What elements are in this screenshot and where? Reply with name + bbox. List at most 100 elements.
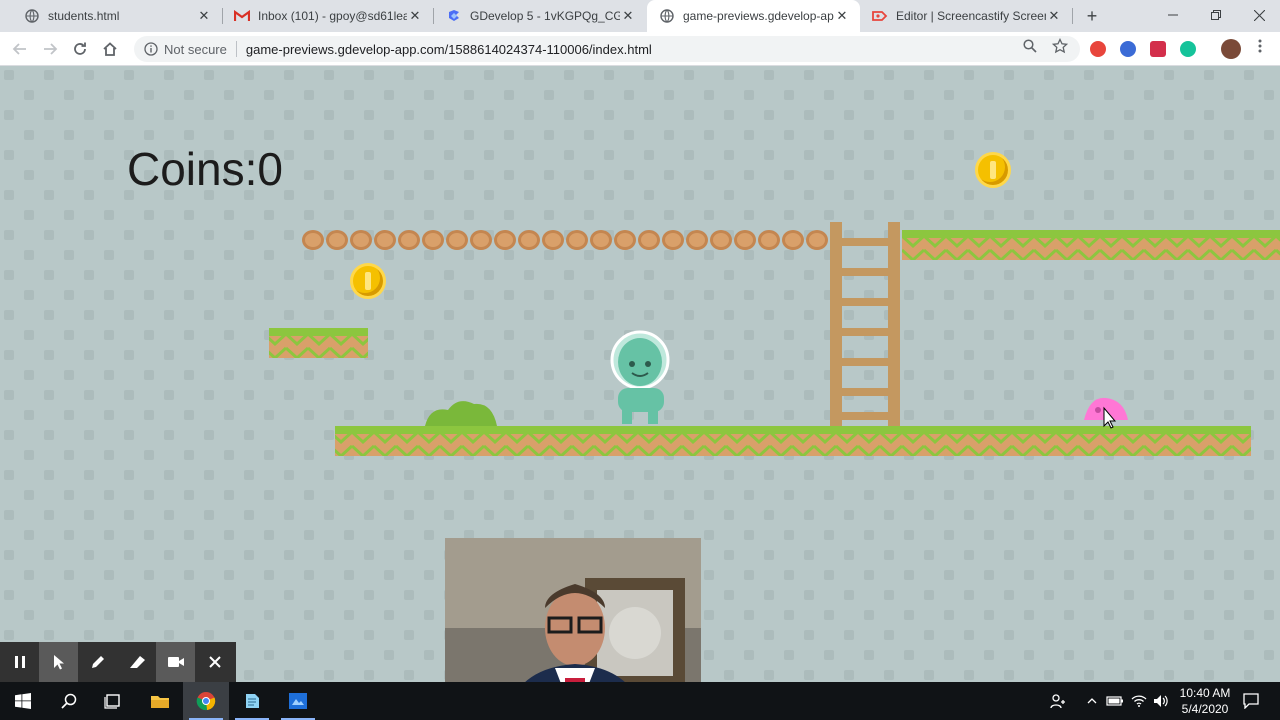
camera-icon (167, 657, 184, 667)
address-bar[interactable]: Not secure game-previews.gdevelop-app.co… (134, 36, 1080, 62)
tab-title: Editor | Screencastify Screen Re (896, 9, 1046, 23)
bookmark-star-icon[interactable] (1051, 37, 1069, 55)
tab-game-preview[interactable]: game-previews.gdevelop-app. ✕ (647, 0, 860, 32)
close-window-button[interactable] (1237, 0, 1280, 30)
bridge-rock (566, 230, 588, 250)
restore-icon (1211, 10, 1221, 20)
eraser-tool-button[interactable] (117, 642, 156, 682)
camera-toggle-button[interactable] (156, 642, 195, 682)
minimize-icon (1168, 14, 1178, 16)
screencastify-extension-icon[interactable] (1090, 41, 1106, 57)
ladder-rung (840, 412, 890, 420)
tab-separator (1072, 8, 1073, 24)
screencastify-icon (872, 8, 888, 24)
ladder-rung (840, 358, 890, 366)
eraser-icon (129, 656, 145, 668)
home-button[interactable] (98, 37, 122, 61)
coin (975, 152, 1011, 188)
battery-icon[interactable] (1104, 682, 1126, 720)
close-tab-icon[interactable]: ✕ (1046, 8, 1062, 24)
screencastify-toolbar (0, 642, 236, 682)
back-button[interactable] (8, 37, 32, 61)
tab-gmail[interactable]: Inbox (101) - gpoy@sd61learn ✕ (222, 0, 433, 32)
pause-icon (14, 656, 25, 668)
ladder-rung (840, 328, 890, 336)
close-toolbar-button[interactable] (195, 642, 234, 682)
info-icon[interactable] (144, 42, 158, 56)
close-tab-icon[interactable]: ✕ (620, 8, 636, 24)
bridge-rock (350, 230, 372, 250)
cursor-icon (53, 655, 64, 670)
new-tab-button[interactable]: + (1080, 4, 1104, 28)
close-tab-icon[interactable]: ✕ (407, 8, 423, 24)
clock-date: 5/4/2020 (1181, 702, 1229, 716)
bridge-rock (638, 230, 660, 250)
bridge-rock (494, 230, 516, 250)
tab-title: GDevelop 5 - 1vKGPQg_CG24C (470, 9, 620, 23)
file-explorer-button[interactable] (137, 682, 183, 720)
avatar[interactable] (1221, 39, 1241, 59)
forward-button[interactable] (38, 37, 62, 61)
pause-button[interactable] (0, 642, 39, 682)
close-tab-icon[interactable]: ✕ (196, 8, 212, 24)
pen-icon (91, 656, 104, 668)
bridge-rock (662, 230, 684, 250)
screen-app-icon (289, 693, 307, 709)
reload-icon (74, 42, 86, 55)
globe-icon (659, 8, 675, 24)
coins-counter: Coins:0 (127, 143, 283, 195)
task-view-button[interactable] (90, 682, 136, 720)
notepad-taskbar-button[interactable] (229, 682, 275, 720)
menu-icon[interactable] (1251, 37, 1269, 55)
clock-time: 10:40 AM (1179, 686, 1231, 700)
reload-button[interactable] (68, 37, 92, 61)
search-button[interactable] (46, 682, 92, 720)
tab-screencastify[interactable]: Editor | Screencastify Screen Re ✕ (860, 0, 1072, 32)
bridge-rock (302, 230, 324, 250)
taskbar-clock[interactable]: 10:40 AM 5/4/2020 (1168, 685, 1242, 717)
tab-students[interactable]: students.html ✕ (12, 0, 222, 32)
screen-app-taskbar-button[interactable] (275, 682, 321, 720)
close-tab-icon[interactable]: ✕ (834, 8, 850, 24)
notifications-icon[interactable] (1238, 682, 1264, 720)
bridge-rock (326, 230, 348, 250)
tab-strip: students.html ✕ Inbox (101) - gpoy@sd61l… (0, 0, 1280, 32)
chevron-up-icon[interactable] (1082, 682, 1102, 720)
arrow-left-icon (12, 43, 26, 55)
bridge-rock (542, 230, 564, 250)
close-icon (208, 656, 221, 668)
ground-platform (335, 426, 1251, 456)
zoom-icon[interactable] (1021, 37, 1039, 55)
ladder (830, 222, 900, 426)
chrome-taskbar-button[interactable] (183, 682, 229, 720)
tab-title: game-previews.gdevelop-app. (683, 9, 834, 23)
shield-extension-icon[interactable] (1120, 41, 1136, 57)
minimize-button[interactable] (1151, 0, 1195, 30)
chrome-icon (196, 692, 216, 711)
notepad-icon (246, 694, 259, 708)
browser-toolbar: Not secure game-previews.gdevelop-app.co… (0, 32, 1280, 66)
task-view-icon (104, 694, 120, 709)
bridge-rock (806, 230, 828, 250)
start-button[interactable] (0, 682, 46, 720)
tab-gdevelop[interactable]: GDevelop 5 - 1vKGPQg_CG24C ✕ (434, 0, 646, 32)
restore-button[interactable] (1194, 0, 1238, 30)
cursor-tool-button[interactable] (39, 642, 78, 682)
ublock-extension-icon[interactable] (1150, 41, 1166, 57)
bridge-rock (518, 230, 540, 250)
bridge-rock (614, 230, 636, 250)
ladder-rung (840, 238, 890, 246)
bridge-rock (590, 230, 612, 250)
tab-title: Inbox (101) - gpoy@sd61learn (258, 9, 407, 23)
arrow-right-icon (44, 43, 58, 55)
bridge-rock (734, 230, 756, 250)
bridge-rock (470, 230, 492, 250)
people-icon[interactable] (1046, 682, 1070, 720)
wifi-icon[interactable] (1128, 682, 1150, 720)
pen-tool-button[interactable] (78, 642, 117, 682)
coin (350, 263, 386, 299)
grammarly-extension-icon[interactable] (1180, 41, 1196, 57)
bridge-rock (422, 230, 444, 250)
ladder-rung (840, 388, 890, 396)
url-text[interactable]: game-previews.gdevelop-app.com/158861402… (246, 42, 652, 57)
